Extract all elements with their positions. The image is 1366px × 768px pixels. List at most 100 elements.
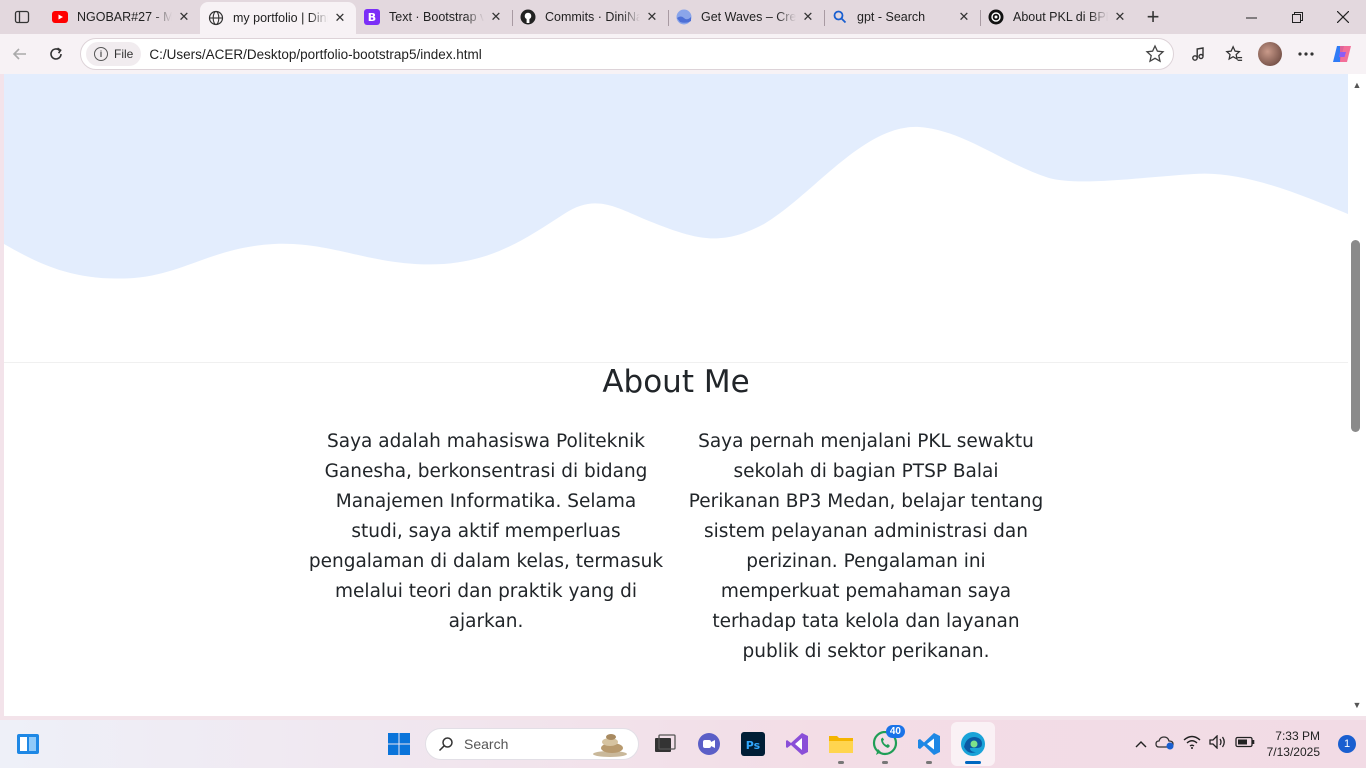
- edge-button[interactable]: [951, 722, 995, 766]
- ellipsis-icon: [1298, 52, 1314, 56]
- wave-background: [4, 74, 1348, 279]
- notification-badge[interactable]: 1: [1338, 735, 1356, 753]
- copilot-icon: [1333, 46, 1351, 62]
- taskbar: Search Ps 40 7:33 PM 7/13/2025 1: [0, 720, 1366, 768]
- tab-actions-button[interactable]: [0, 0, 44, 34]
- favorite-star-icon[interactable]: [1145, 44, 1165, 69]
- about-paragraph-education: Saya adalah mahasiswa Politeknik Ganesha…: [308, 431, 664, 632]
- search-placeholder: Search: [464, 736, 509, 752]
- globe-icon: [208, 10, 224, 26]
- tab-youtube[interactable]: NGOBAR#27 - Me ✕: [44, 2, 200, 32]
- close-icon[interactable]: ✕: [644, 9, 660, 25]
- tab-getwaves[interactable]: Get Waves – Creat ✕: [668, 2, 824, 32]
- battery-icon[interactable]: [1234, 735, 1255, 753]
- visual-studio-button[interactable]: [775, 722, 819, 766]
- wifi-icon[interactable]: [1183, 735, 1201, 754]
- tab-strip: NGOBAR#27 - Me ✕ my portfolio | Dini ✕ B…: [0, 0, 1366, 34]
- page-scrollbar[interactable]: ▲ ▼: [1348, 74, 1366, 716]
- system-tray: 7:33 PM 7/13/2025 1: [1135, 720, 1366, 768]
- close-icon: [1337, 11, 1349, 23]
- refresh-button[interactable]: [38, 38, 74, 70]
- arrow-left-icon: [12, 48, 26, 60]
- chat-app-button[interactable]: [687, 722, 731, 766]
- new-tab-button[interactable]: +: [1136, 0, 1170, 34]
- favorites-icon: [1225, 45, 1243, 61]
- vscode-button[interactable]: [907, 722, 951, 766]
- file-explorer-button[interactable]: [819, 722, 863, 766]
- close-icon[interactable]: ✕: [176, 9, 192, 25]
- music-note-icon: [1192, 47, 1204, 61]
- getwaves-icon: [676, 9, 692, 25]
- search-icon: [438, 737, 453, 752]
- plus-icon: +: [1146, 4, 1160, 29]
- tab-search[interactable]: gpt - Search ✕: [824, 2, 980, 32]
- avatar: [1258, 42, 1282, 66]
- restore-button[interactable]: [1274, 0, 1320, 34]
- scroll-down-arrow-icon[interactable]: ▼: [1348, 698, 1366, 712]
- tab-chatgpt[interactable]: About PKL di BPP ✕: [980, 2, 1136, 32]
- tab-portfolio[interactable]: my portfolio | Dini ✕: [200, 2, 356, 34]
- info-icon: i: [94, 47, 108, 61]
- close-icon[interactable]: ✕: [332, 10, 348, 26]
- toolbar-actions: [1182, 38, 1358, 70]
- tab-title: Commits · DiniNa: [545, 10, 640, 24]
- about-paragraph-internship: Saya pernah menjalani PKL sewaktu sekola…: [688, 431, 1044, 662]
- tab-title: gpt - Search: [857, 10, 926, 24]
- tab-github[interactable]: Commits · DiniNa ✕: [512, 2, 668, 32]
- copilot-button[interactable]: [1326, 38, 1358, 70]
- svg-text:Ps: Ps: [746, 739, 761, 752]
- tab-title: About PKL di BPP: [1013, 10, 1108, 24]
- close-icon[interactable]: ✕: [956, 9, 972, 25]
- tab-title: NGOBAR#27 - Me: [77, 10, 172, 24]
- scroll-up-arrow-icon[interactable]: ▲: [1348, 78, 1366, 92]
- section-divider: [4, 362, 1348, 363]
- folder-icon: [829, 736, 853, 753]
- widgets-icon: [17, 734, 39, 754]
- chatgpt-icon: [988, 9, 1004, 25]
- close-window-button[interactable]: [1320, 0, 1366, 34]
- close-icon[interactable]: ✕: [488, 9, 504, 25]
- minimize-icon: [1245, 17, 1257, 18]
- photoshop-button[interactable]: Ps: [731, 722, 775, 766]
- favorites-button[interactable]: [1218, 38, 1250, 70]
- onedrive-icon[interactable]: [1154, 734, 1175, 755]
- widgets-button[interactable]: [6, 722, 50, 766]
- running-indicator: [926, 761, 932, 764]
- scrollbar-thumb[interactable]: [1351, 240, 1360, 432]
- whatsapp-badge: 40: [885, 725, 905, 738]
- whatsapp-button[interactable]: 40: [863, 722, 907, 766]
- page-viewport: About Me Saya adalah mahasiswa Politekni…: [4, 74, 1348, 716]
- windows-icon: [388, 733, 410, 755]
- url-text[interactable]: C:/Users/ACER/Desktop/portfolio-bootstra…: [149, 47, 481, 62]
- browser-toolbar: i File C:/Users/ACER/Desktop/portfolio-b…: [0, 34, 1366, 74]
- more-options-button[interactable]: [1290, 38, 1322, 70]
- vscode-icon: [918, 733, 940, 755]
- close-icon[interactable]: ✕: [800, 9, 816, 25]
- bootstrap-icon: B: [364, 9, 380, 25]
- chevron-up-icon[interactable]: [1135, 737, 1147, 751]
- profile-button[interactable]: [1254, 38, 1286, 70]
- address-bar[interactable]: i File C:/Users/ACER/Desktop/portfolio-b…: [80, 38, 1174, 70]
- task-view-button[interactable]: [643, 722, 687, 766]
- tab-bootstrap[interactable]: B Text · Bootstrap v5 ✕: [356, 2, 512, 32]
- running-indicator: [882, 761, 888, 764]
- window-controls: [1228, 0, 1366, 34]
- taskbar-search[interactable]: Search: [425, 728, 639, 760]
- restore-icon: [1291, 11, 1303, 23]
- tab-title: Get Waves – Creat: [701, 10, 796, 24]
- photoshop-icon: Ps: [741, 732, 765, 756]
- youtube-icon: [52, 9, 68, 25]
- close-icon[interactable]: ✕: [1112, 9, 1128, 25]
- clock[interactable]: 7:33 PM 7/13/2025: [1267, 728, 1320, 760]
- volume-icon[interactable]: [1208, 733, 1227, 754]
- start-button[interactable]: [377, 722, 421, 766]
- back-button[interactable]: [2, 38, 38, 70]
- about-heading: About Me: [602, 364, 750, 400]
- tab-title: my portfolio | Dini: [233, 11, 328, 25]
- clock-date: 7/13/2025: [1266, 745, 1320, 759]
- site-info-button[interactable]: i File: [86, 42, 142, 66]
- edge-icon: [961, 732, 985, 756]
- minimize-button[interactable]: [1228, 0, 1274, 34]
- read-aloud-button[interactable]: [1182, 38, 1214, 70]
- github-icon: [520, 9, 536, 25]
